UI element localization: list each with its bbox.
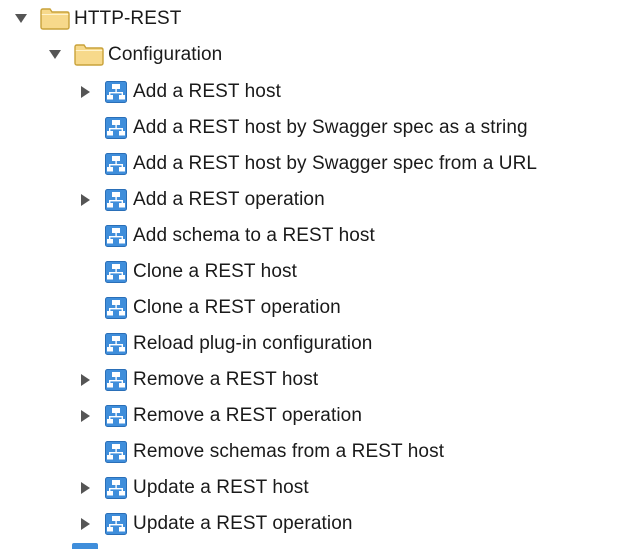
tree-node-add-a-rest-host-by-swagger-spec-from-a-url[interactable]: Add a REST host by Swagger spec from a U… [79,149,537,179]
workflow-icon [105,441,127,463]
workflow-icon [72,543,98,549]
tree-node-update-a-rest-operation[interactable]: Update a REST operation [79,509,353,539]
workflow-icon [105,117,127,139]
expand-arrow-right-icon[interactable] [79,185,93,215]
tree-node-label: Clone a REST operation [133,297,341,318]
tree-node-label: Add a REST operation [133,189,325,210]
tree-node-http-rest[interactable]: HTTP-REST [14,4,182,34]
workflow-icon [105,297,127,319]
tree-node-update-a-rest-host[interactable]: Update a REST host [79,473,309,503]
workflow-icon [105,225,127,247]
workflow-icon [105,333,127,355]
tree-node-label: Clone a REST host [133,261,297,282]
tree-node-label: Update a REST host [133,477,309,498]
tree-node-remove-a-rest-host[interactable]: Remove a REST host [79,365,318,395]
tree-node-clone-a-rest-host[interactable]: Clone a REST host [79,257,297,287]
tree-node-clone-a-rest-operation[interactable]: Clone a REST operation [79,293,341,323]
tree-node-add-schema-to-a-rest-host[interactable]: Add schema to a REST host [79,221,375,251]
expand-arrow-right-icon[interactable] [79,365,93,395]
workflow-icon [105,261,127,283]
workflow-tree: HTTP-REST Configuration Add a REST host A… [0,0,638,549]
tree-node-label: Remove schemas from a REST host [133,441,445,462]
tree-node-reload-plug-in-configuration[interactable]: Reload plug-in configuration [79,329,372,359]
tree-node-label: Add a REST host by Swagger spec as a str… [133,117,528,138]
tree-node-label: Add a REST host [133,81,281,102]
workflow-icon [105,189,127,211]
tree-node-configuration[interactable]: Configuration [48,40,222,70]
workflow-icon [105,477,127,499]
tree-node-label: Configuration [108,44,223,65]
workflow-icon [105,369,127,391]
workflow-icon [105,405,127,427]
workflow-icon [105,153,127,175]
folder-icon [40,7,72,31]
tree-node-remove-schemas-from-a-rest-host[interactable]: Remove schemas from a REST host [79,437,444,467]
tree-node-label: HTTP-REST [74,8,182,29]
expand-arrow-right-icon[interactable] [79,77,93,107]
expand-arrow-down-icon[interactable] [48,40,62,70]
expand-arrow-right-icon[interactable] [79,401,93,431]
tree-node-add-a-rest-host[interactable]: Add a REST host [79,77,281,107]
tree-node-label: Remove a REST host [133,369,319,390]
tree-node-add-a-rest-host-by-swagger-spec-as-a-string[interactable]: Add a REST host by Swagger spec as a str… [79,113,528,143]
workflow-icon [105,81,127,103]
tree-node-label: Reload plug-in configuration [133,333,373,354]
workflow-icon [105,513,127,535]
tree-node-label: Update a REST operation [133,513,353,534]
expand-arrow-right-icon[interactable] [79,473,93,503]
tree-node-label: Add a REST host by Swagger spec from a U… [133,153,538,174]
expand-arrow-right-icon[interactable] [79,509,93,539]
tree-node-label: Add schema to a REST host [133,225,375,246]
tree-node-label: Remove a REST operation [133,405,363,426]
folder-icon [74,43,106,67]
expand-arrow-down-icon[interactable] [14,4,28,34]
tree-node-add-a-rest-operation[interactable]: Add a REST operation [79,185,325,215]
tree-node-remove-a-rest-operation[interactable]: Remove a REST operation [79,401,362,431]
